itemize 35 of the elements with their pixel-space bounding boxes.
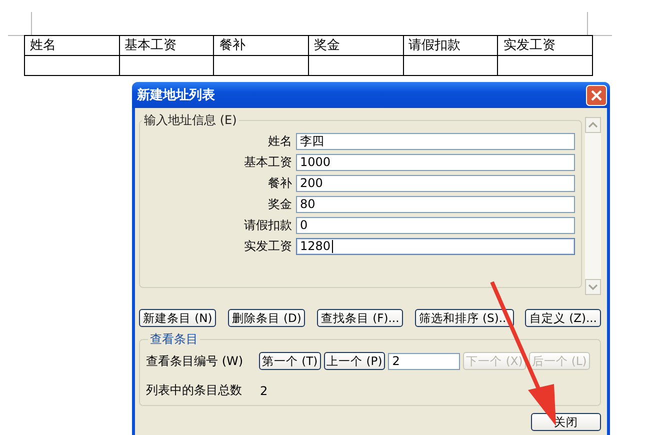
scrollbar[interactable] — [585, 117, 601, 295]
count-value: 2 — [260, 384, 268, 398]
input-field[interactable]: 200 — [296, 175, 575, 192]
table-header-cell: 姓名 — [24, 36, 120, 56]
window-title: 新建地址列表 — [137, 86, 215, 104]
nav-button[interactable]: 上一个 (P) — [324, 352, 386, 370]
table-header-cell: 基本工资 — [119, 36, 214, 56]
group-title: 查看条目 — [149, 331, 199, 348]
input-field[interactable]: 80 — [296, 196, 575, 213]
dialog-button[interactable]: 删除条目 (D) — [228, 309, 306, 327]
table-header-cell: 餐补 — [214, 36, 308, 56]
field-label: 基本工资 — [244, 154, 292, 171]
field-label: 查看条目编号 (W) — [146, 352, 244, 370]
input-field[interactable]: 1280 — [296, 238, 575, 255]
table-header-cell: 奖金 — [308, 36, 404, 56]
table-header-cell: 请假扣款 — [403, 36, 498, 56]
number-field[interactable]: 2 — [388, 352, 460, 370]
scroll-down-icon[interactable] — [585, 279, 601, 295]
dialog-button[interactable]: 查找条目 (F)... — [317, 309, 404, 327]
input-field[interactable]: 李四 — [296, 133, 575, 150]
field-label: 请假扣款 — [244, 217, 292, 234]
input-field[interactable]: 1000 — [296, 154, 575, 171]
dialog-button[interactable]: 自定义 (Z)... — [525, 309, 601, 327]
field-label: 实发工资 — [244, 238, 292, 255]
scroll-up-icon[interactable] — [585, 117, 601, 133]
group-title: 输入地址信息 (E) — [143, 112, 238, 129]
field-label: 奖金 — [268, 196, 292, 213]
close-icon[interactable] — [586, 84, 607, 106]
table-header-cell: 实发工资 — [498, 36, 592, 56]
dialog-button[interactable]: 新建条目 (N) — [139, 309, 216, 327]
field-label: 餐补 — [268, 175, 292, 192]
input-field[interactable]: 0 — [296, 217, 575, 234]
field-label: 姓名 — [268, 133, 292, 150]
count-label: 列表中的条目总数 — [146, 382, 243, 399]
nav-button[interactable]: 第一个 (T) — [259, 352, 321, 370]
